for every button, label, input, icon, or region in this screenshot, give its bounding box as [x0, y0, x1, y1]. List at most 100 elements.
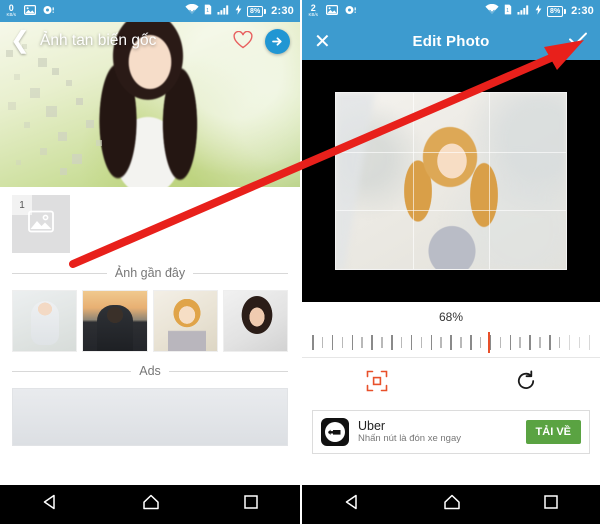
recents-square-icon[interactable] — [543, 494, 559, 515]
ruler-tick — [361, 336, 363, 348]
uber-ad-text: Uber Nhấn nút là đón xe ngay — [358, 419, 517, 446]
record-icon — [43, 5, 55, 18]
selected-thumbnail-row: 1 — [0, 187, 300, 262]
uber-download-button[interactable]: TẢI VỀ — [525, 420, 581, 444]
crop-grid-vertical-1 — [412, 93, 414, 269]
crop-frame-icon — [366, 370, 388, 397]
rotate-cw-icon — [515, 370, 537, 397]
ruler-tick — [341, 336, 344, 348]
status-right-icons: 1 8% 2:30 — [185, 3, 294, 18]
charging-icon — [235, 4, 242, 18]
ruler-tick — [470, 334, 472, 350]
ruler-tick — [529, 334, 531, 350]
slider-value-label: 68% — [438, 310, 464, 324]
uber-ad-banner[interactable]: Uber Nhấn nút là đón xe ngay TẢI VỀ — [312, 410, 590, 454]
ads-divider-line-right — [168, 370, 289, 372]
right-battery-nub — [564, 8, 567, 14]
ruler-tick — [578, 336, 581, 348]
edit-tools-row — [302, 362, 600, 404]
edit-photo-title: Edit Photo — [412, 32, 490, 50]
recent-photo-baby[interactable] — [12, 290, 78, 352]
back-triangle-icon[interactable] — [343, 493, 361, 516]
ruler-tick — [400, 336, 403, 348]
right-network-speed-indicator: 2 KB/s — [308, 4, 319, 18]
right-battery-indicator: 8% — [547, 5, 567, 17]
dispersion-photo-preview[interactable]: ❮ Ảnh tan biến gốc — [0, 22, 300, 187]
arrow-right-icon[interactable] — [265, 28, 290, 54]
ruler-tick — [440, 336, 442, 348]
network-speed-unit: KB/s — [6, 12, 17, 18]
ads-divider-line-left — [12, 370, 132, 372]
back-triangle-icon[interactable] — [41, 493, 59, 516]
rotate-tool[interactable] — [451, 370, 600, 397]
left-status-bar: 0 KB/s 1 8% 2:30 — [0, 0, 300, 22]
recent-section-divider: Ảnh gần đây — [0, 262, 300, 284]
page-title: Ảnh tan biến gốc — [40, 32, 157, 49]
wifi-icon — [485, 3, 499, 18]
right-phone-screen: 2 KB/s 1 8% 2:30 ✕ Edit Photo 68% Uber N… — [300, 0, 600, 524]
check-icon[interactable] — [564, 31, 588, 52]
signal-icon — [517, 4, 530, 18]
ruler-tick — [391, 334, 393, 350]
right-status-clock: 2:30 — [571, 5, 594, 17]
heart-outline-icon[interactable] — [233, 30, 253, 51]
ruler-tick — [509, 334, 511, 350]
right-battery-level: 8% — [547, 5, 564, 17]
right-navigation-bar — [302, 485, 600, 524]
ruler-tick — [460, 336, 462, 348]
right-status-right-icons: 1 8% 2:30 — [485, 3, 594, 18]
ad-placeholder-banner[interactable] — [12, 388, 288, 446]
crop-editor-stage[interactable] — [302, 60, 600, 302]
ruler-tick — [549, 334, 551, 350]
ruler-tick — [420, 336, 423, 348]
recent-photo-girl[interactable] — [152, 290, 218, 352]
recent-section-label: Ảnh gần đây — [114, 266, 186, 280]
ruler-tick — [489, 334, 492, 350]
crop-tool[interactable] — [302, 370, 451, 397]
ruler-slider[interactable] — [302, 329, 600, 355]
edit-photo-app-bar: ✕ Edit Photo — [302, 22, 600, 60]
ruler-tick — [568, 334, 571, 350]
ruler-tick — [450, 334, 452, 350]
chevron-left-icon[interactable]: ❮ — [10, 29, 32, 53]
ruler-tick — [410, 334, 413, 350]
recent-photo-woman[interactable] — [222, 290, 288, 352]
gallery-icon — [325, 4, 338, 18]
right-status-left-icons: 2 KB/s — [308, 4, 357, 18]
ruler-tick — [321, 336, 324, 348]
ruler-tick — [539, 336, 541, 348]
thumbnail-placeholder[interactable]: 1 — [12, 195, 70, 253]
crop-frame[interactable] — [335, 92, 567, 270]
status-left-icons: 0 KB/s — [6, 4, 55, 18]
svg-text:1: 1 — [506, 8, 509, 14]
sim-icon: 1 — [504, 4, 512, 18]
home-pentagon-icon[interactable] — [443, 493, 461, 516]
record-icon — [345, 5, 357, 18]
left-navigation-bar — [0, 485, 300, 524]
uber-ad-subtitle: Nhấn nút là đón xe ngay — [358, 433, 461, 445]
crop-grid-horizontal-2 — [336, 210, 566, 212]
uber-logo-icon — [321, 418, 349, 446]
ruler-tick — [312, 334, 314, 350]
divider-line-left — [12, 272, 107, 274]
close-icon[interactable]: ✕ — [314, 29, 338, 54]
recent-photos-list — [0, 284, 300, 360]
left-app-bar: ❮ Ảnh tan biến gốc — [0, 22, 300, 60]
signal-icon — [217, 4, 230, 18]
right-status-bar: 2 KB/s 1 8% 2:30 — [302, 0, 600, 22]
ruler-tick — [499, 336, 502, 348]
dispersion-particles — [0, 40, 118, 180]
sim-icon: 1 — [204, 4, 212, 18]
ruler-tick — [430, 334, 432, 350]
ads-section-divider: Ads — [0, 360, 300, 382]
crop-grid-horizontal-1 — [336, 151, 566, 153]
ads-section-label: Ads — [139, 364, 161, 378]
right-network-speed-unit: KB/s — [308, 12, 319, 18]
crop-grid-vertical-2 — [489, 93, 491, 269]
recent-photo-man-sunset[interactable] — [82, 290, 148, 352]
recents-square-icon[interactable] — [243, 494, 259, 515]
ruler-tick — [479, 336, 482, 348]
image-placeholder-icon — [28, 210, 54, 238]
home-pentagon-icon[interactable] — [142, 493, 160, 516]
slider-needle[interactable] — [487, 332, 490, 353]
